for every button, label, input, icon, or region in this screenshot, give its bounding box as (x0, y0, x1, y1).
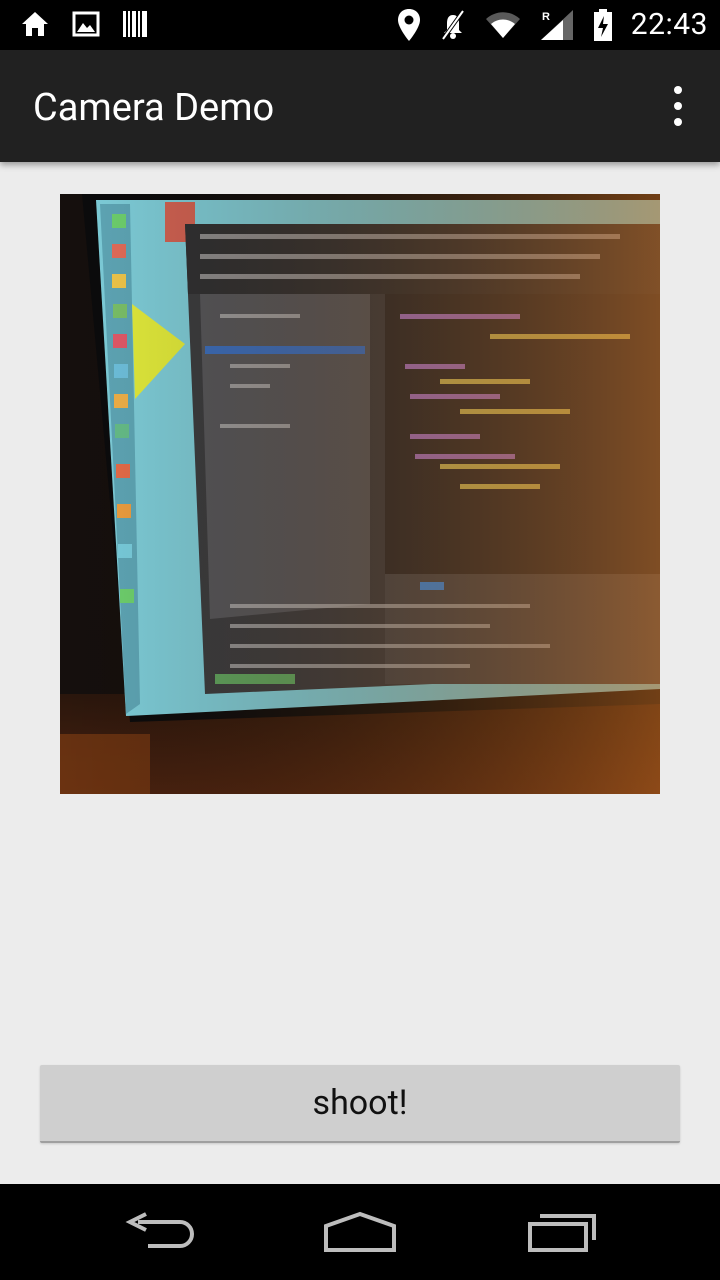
status-bar: R 22:43 (0, 0, 720, 50)
home-icon (20, 9, 50, 39)
wifi-icon (485, 10, 521, 40)
app-title: Camera Demo (33, 86, 275, 130)
location-icon (397, 8, 421, 42)
shoot-button[interactable]: shoot! (40, 1065, 680, 1143)
more-vert-icon[interactable] (666, 86, 690, 126)
svg-text:R: R (542, 11, 550, 23)
status-time: 22:43 (630, 7, 708, 42)
action-bar: Camera Demo (0, 50, 720, 162)
captured-photo (60, 194, 660, 794)
battery-charging-icon (593, 8, 613, 42)
navigation-bar (0, 1184, 720, 1280)
recent-apps-icon[interactable] (526, 1208, 598, 1254)
gallery-icon (72, 10, 100, 38)
home-nav-icon[interactable] (322, 1208, 398, 1254)
signal-roaming-icon: R (539, 8, 575, 42)
barcode-icon (122, 9, 148, 39)
vibrate-icon (439, 9, 467, 41)
back-icon[interactable] (124, 1208, 196, 1254)
